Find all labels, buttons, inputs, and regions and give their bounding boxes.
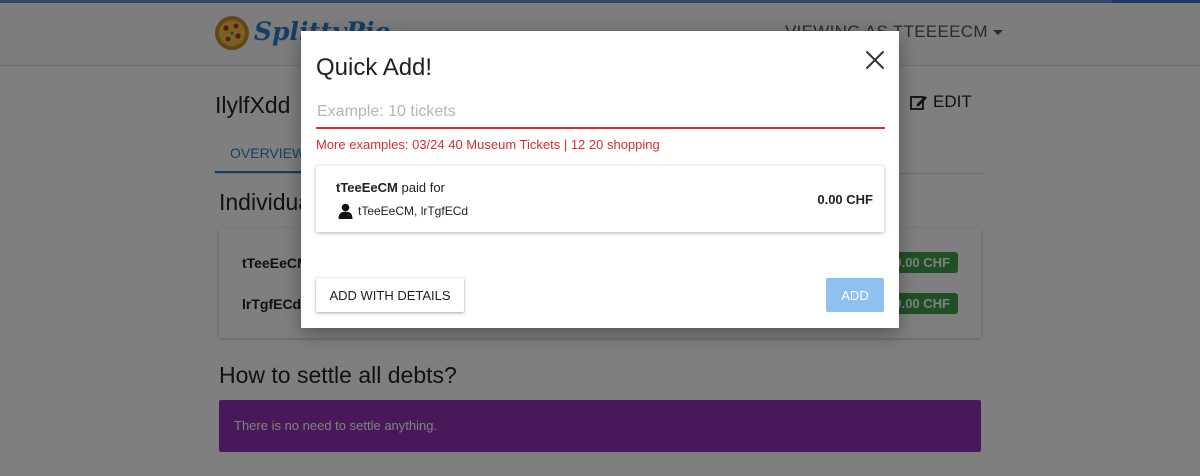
add-button[interactable]: ADD xyxy=(826,278,884,312)
participants-line: tTeeEeCM, lrTgfECd xyxy=(338,203,468,219)
expense-preview-card: tTeeEeCM paid for tTeeEeCM, lrTgfECd 0.0… xyxy=(316,166,884,232)
quick-add-input[interactable] xyxy=(316,97,885,129)
modal-title: Quick Add! xyxy=(316,54,433,81)
paid-for-text: paid for xyxy=(401,180,445,195)
preview-amount: 0.00 CHF xyxy=(817,192,873,207)
participants-text: tTeeEeCM, lrTgfECd xyxy=(358,204,469,218)
examples-hint: More examples: 03/24 40 Museum Tickets |… xyxy=(316,137,660,152)
close-icon[interactable] xyxy=(864,49,886,71)
person-icon xyxy=(338,203,353,219)
add-with-details-button[interactable]: ADD WITH DETAILS xyxy=(316,278,464,312)
payer-name: tTeeEeCM xyxy=(336,180,398,195)
quick-add-modal: Quick Add! More examples: 03/24 40 Museu… xyxy=(301,31,899,328)
payer-line: tTeeEeCM paid for xyxy=(336,180,445,195)
